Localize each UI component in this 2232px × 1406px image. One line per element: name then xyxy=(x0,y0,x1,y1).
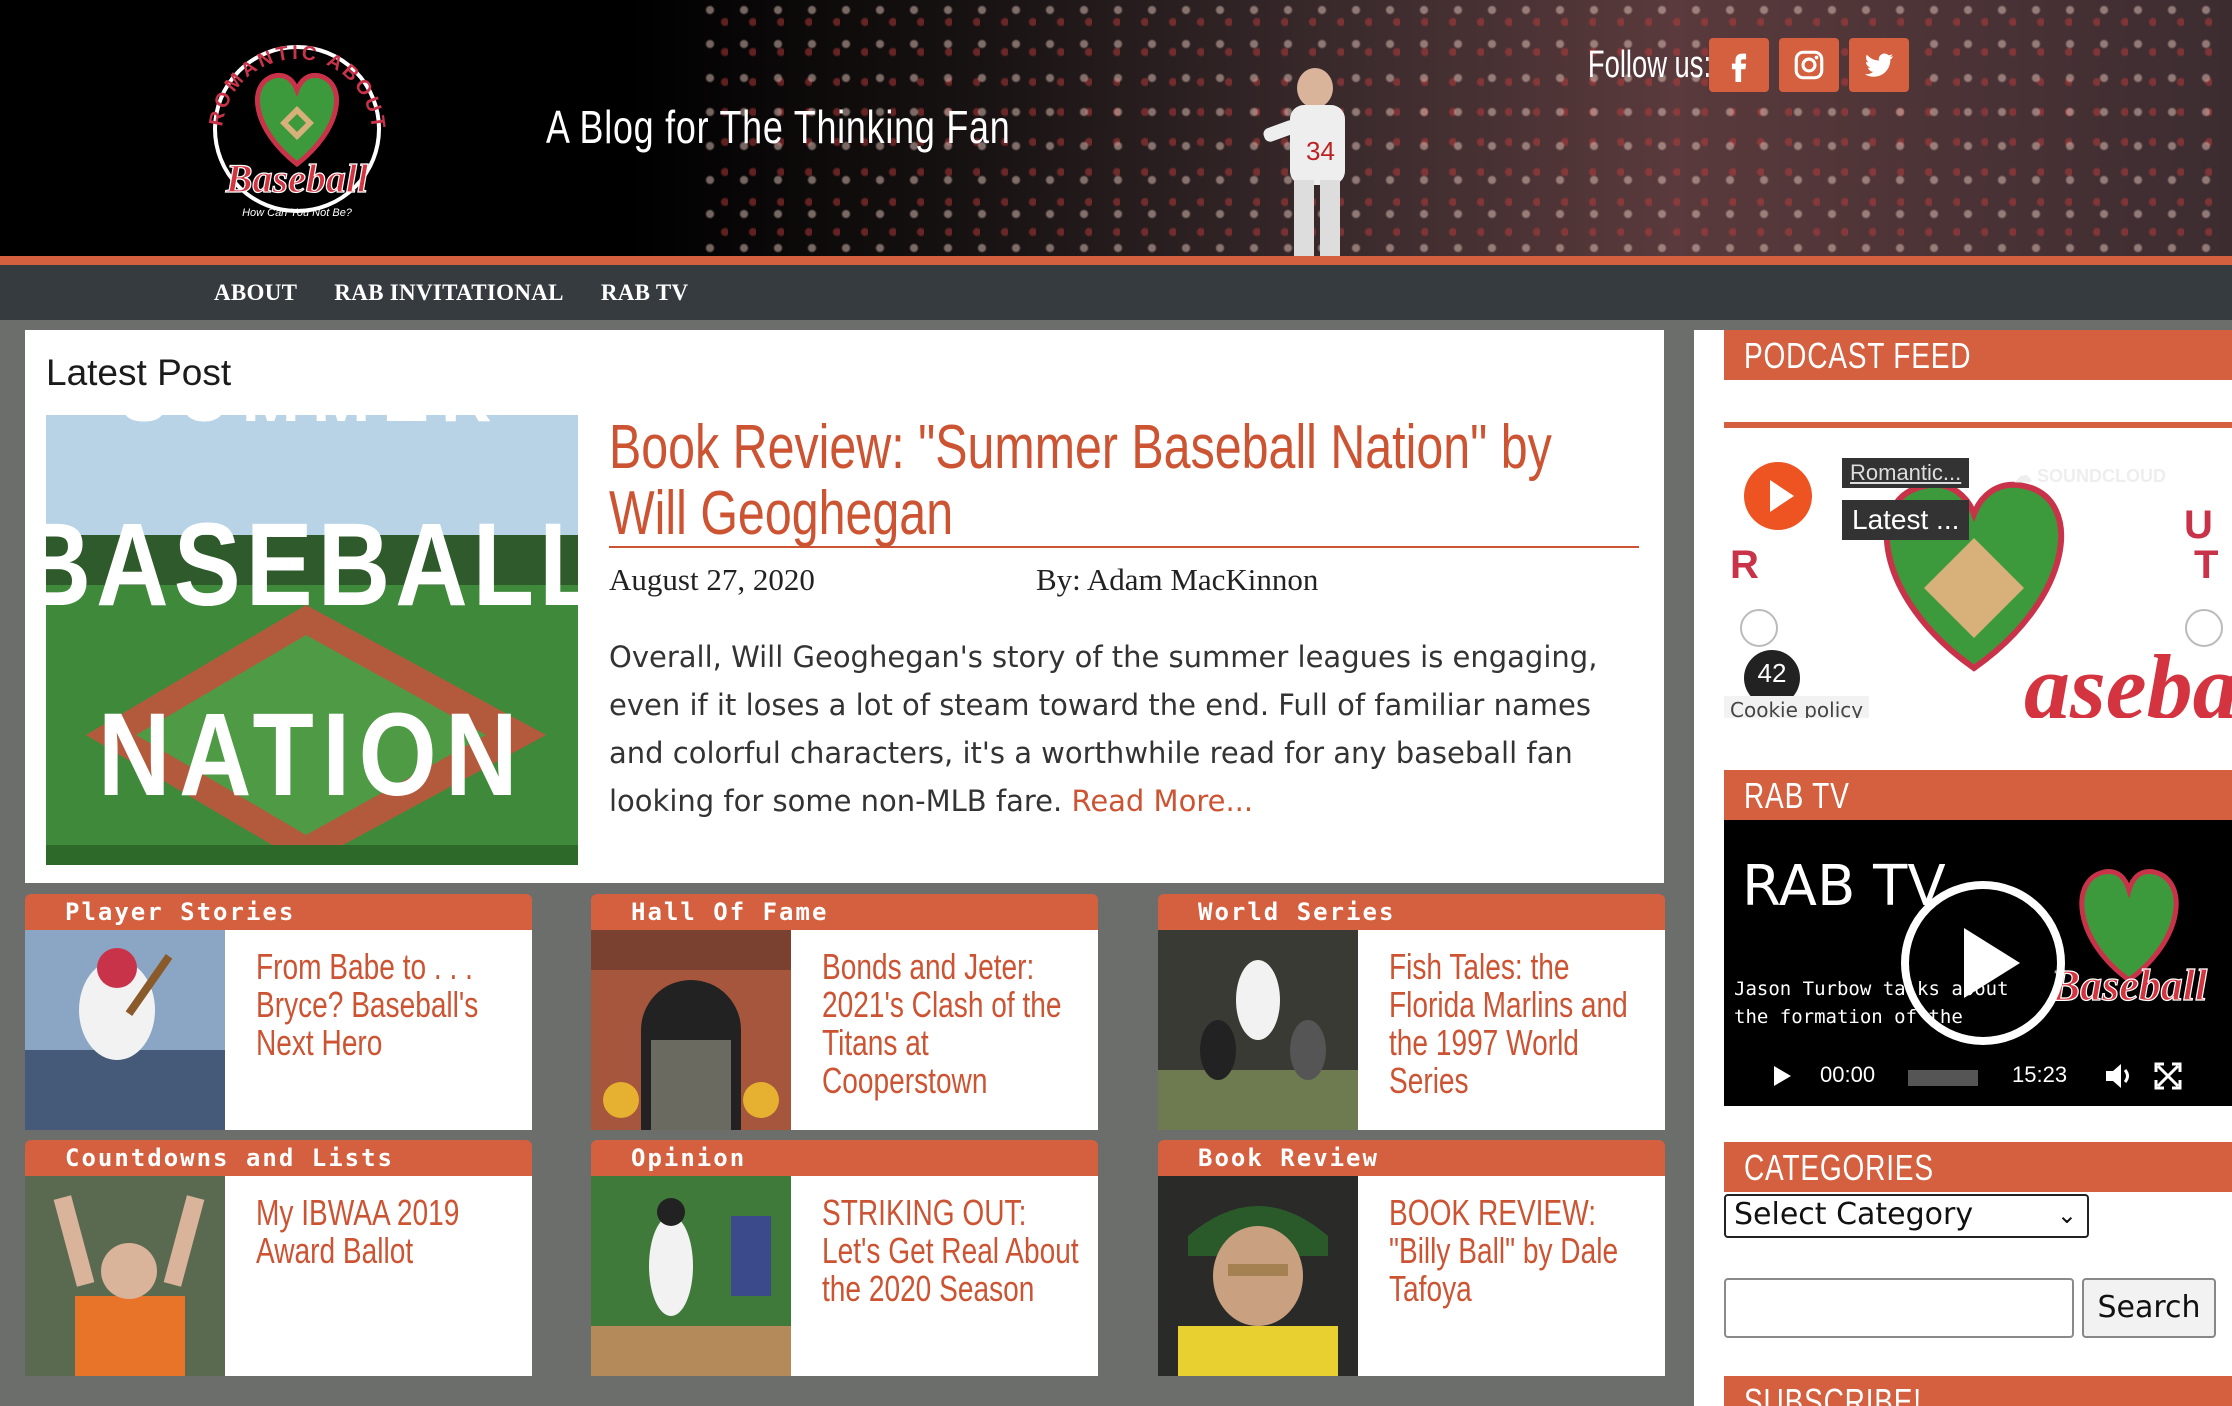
video-current-time: 00:00 xyxy=(1820,1062,1876,1087)
site-header: 34 ROMANTIC ABOUT Baseball How Can You N… xyxy=(0,0,2232,256)
chevron-down-icon: ⌄ xyxy=(2056,1201,2077,1229)
nav-about[interactable]: ABOUT xyxy=(214,280,297,306)
facebook-icon xyxy=(1731,53,1747,82)
facebook-button[interactable] xyxy=(1709,38,1770,92)
card-title[interactable]: Fish Tales: the Florida Marlins and the … xyxy=(1389,948,1646,1100)
card-category[interactable]: Countdowns and Lists xyxy=(25,1140,532,1176)
card-category[interactable]: Hall Of Fame xyxy=(591,894,1098,930)
card-title[interactable]: Bonds and Jeter: 2021's Clash of the Tit… xyxy=(822,948,1079,1100)
latest-post-date: August 27, 2020 xyxy=(609,562,815,597)
header-pitcher-image: 34 xyxy=(1263,68,1345,256)
sidebar: PODCAST FEED aseball R U T Romantic... L… xyxy=(1694,330,2232,1406)
nav-rab-invitational[interactable]: RAB INVITATIONAL xyxy=(334,280,564,306)
cookie-policy-link[interactable]: Cookie policy xyxy=(1724,696,1870,718)
search-button[interactable]: Search xyxy=(2082,1278,2216,1338)
card-thumbnail[interactable] xyxy=(25,930,225,1130)
post-card[interactable]: Player Stories From Babe to . . . Bryce?… xyxy=(25,894,532,1130)
logo-sub: How Can You Not Be? xyxy=(242,207,353,219)
site-logo[interactable]: ROMANTIC ABOUT Baseball How Can You Not … xyxy=(192,24,402,229)
soundcloud-icon: ☁ xyxy=(2014,466,2032,486)
podcast-show-link[interactable]: Romantic... xyxy=(1842,458,1970,488)
card-thumbnail[interactable] xyxy=(25,1176,225,1376)
video-progress-bar[interactable] xyxy=(1908,1070,1978,1086)
categories-heading: CATEGORIES xyxy=(1724,1142,2232,1192)
nav-accent-stripe xyxy=(0,256,2232,265)
main-nav: ABOUT RAB INVITATIONAL RAB TV xyxy=(0,265,2232,320)
card-title[interactable]: From Babe to . . . Bryce? Baseball's Nex… xyxy=(256,948,513,1062)
svg-text:T: T xyxy=(2194,543,2218,587)
fullscreen-icon[interactable] xyxy=(2154,1062,2182,1090)
follow-us: Follow us: xyxy=(1540,38,1910,92)
card-title[interactable]: STRIKING OUT: Let's Get Real About the 2… xyxy=(822,1194,1079,1308)
card-thumbnail[interactable] xyxy=(1158,930,1358,1130)
search-input[interactable] xyxy=(1724,1278,2074,1338)
instagram-icon xyxy=(1794,50,1824,80)
card-title[interactable]: My IBWAA 2019 Award Ballot xyxy=(256,1194,513,1270)
latest-post-title[interactable]: Book Review: "Summer Baseball Nation" by… xyxy=(609,415,1631,547)
rab-tv-video[interactable]: RAB TV Baseball Jason Turbow talks about… xyxy=(1724,820,2232,1106)
read-more-link[interactable]: Read More... xyxy=(1071,784,1253,818)
card-thumbnail[interactable] xyxy=(591,930,791,1130)
card-category[interactable]: Opinion xyxy=(591,1140,1098,1176)
podcast-feed-heading: PODCAST FEED xyxy=(1724,330,2232,380)
rab-tv-heading: RAB TV xyxy=(1724,770,2232,820)
thumb-line2: NATION xyxy=(98,689,526,820)
card-body: BOOK REVIEW: "Billy Ball" by Dale Tafoya xyxy=(1158,1176,1665,1376)
subscribe-heading: SUBSCRIBE! xyxy=(1724,1376,2232,1406)
logo-word: Baseball xyxy=(225,156,369,201)
instagram-button[interactable] xyxy=(1779,38,1840,92)
follow-label: Follow us: xyxy=(1587,43,1712,86)
latest-post-author: By: Adam MacKinnon xyxy=(1036,562,1319,597)
card-body: Bonds and Jeter: 2021's Clash of the Tit… xyxy=(591,930,1098,1130)
card-thumbnail[interactable] xyxy=(1158,1176,1358,1376)
play-icon[interactable] xyxy=(1772,1065,1792,1087)
category-select[interactable]: Select Category ⌄ xyxy=(1724,1194,2089,1238)
twitter-button[interactable] xyxy=(1849,38,1910,92)
post-card[interactable]: Opinion STRIKING OUT: Let's Get Real Abo… xyxy=(591,1140,1098,1376)
video-description: Jason Turbow talks about the formation o… xyxy=(1734,978,2009,1028)
podcast-player[interactable]: aseball R U T Romantic... Latest ... ☁ S… xyxy=(1724,422,2232,718)
card-category[interactable]: Book Review xyxy=(1158,1140,1665,1176)
post-card[interactable]: Book Review BOOK REVIEW: "Billy Ball" by… xyxy=(1158,1140,1665,1376)
card-body: From Babe to . . . Bryce? Baseball's Nex… xyxy=(25,930,532,1130)
card-body: My IBWAA 2019 Award Ballot xyxy=(25,1176,532,1376)
thumb-top-text: SUMMER xyxy=(120,415,503,436)
svg-text:R: R xyxy=(1730,543,1759,587)
video-duration: 15:23 xyxy=(2012,1062,2068,1087)
latest-post-panel: Latest Post SUMMER BASEBALL NATION Book … xyxy=(25,330,1664,883)
latest-post-excerpt: Overall, Will Geoghegan's story of the s… xyxy=(609,633,1639,825)
soundcloud-brand[interactable]: ☁ SOUNDCLOUD xyxy=(2014,466,2166,487)
nav-rab-tv[interactable]: RAB TV xyxy=(601,280,689,306)
volume-icon[interactable] xyxy=(2104,1062,2134,1090)
post-card[interactable]: World Series Fish Tales: the Florida Mar… xyxy=(1158,894,1665,1130)
card-category[interactable]: Player Stories xyxy=(25,894,532,930)
thumb-line1: BASEBALL xyxy=(46,499,578,630)
latest-post-heading: Latest Post xyxy=(46,352,232,393)
post-card[interactable]: Countdowns and Lists My IBWAA 2019 Award… xyxy=(25,1140,532,1376)
svg-text:U: U xyxy=(2184,503,2213,547)
post-card[interactable]: Hall Of Fame Bonds and Jeter: 2021's Cla… xyxy=(591,894,1098,1130)
card-body: Fish Tales: the Florida Marlins and the … xyxy=(1158,930,1665,1130)
card-category[interactable]: World Series xyxy=(1158,894,1665,930)
podcast-episode-title[interactable]: Latest ... xyxy=(1842,500,1970,540)
svg-text:34: 34 xyxy=(1306,136,1335,166)
latest-post-thumbnail[interactable]: SUMMER BASEBALL NATION xyxy=(46,415,578,865)
svg-text:aseball: aseball xyxy=(2024,636,2232,718)
video-controls: 00:00 15:23 xyxy=(1724,1045,2232,1106)
card-thumbnail[interactable] xyxy=(591,1176,791,1376)
site-tagline: A Blog for The Thinking Fan xyxy=(546,101,1011,153)
card-title[interactable]: BOOK REVIEW: "Billy Ball" by Dale Tafoya xyxy=(1389,1194,1646,1308)
podcast-play-icon[interactable] xyxy=(1742,460,1814,532)
twitter-icon xyxy=(1864,53,1894,77)
latest-post-divider xyxy=(609,546,1639,548)
card-body: STRIKING OUT: Let's Get Real About the 2… xyxy=(591,1176,1098,1376)
svg-text:Baseball: Baseball xyxy=(2050,961,2208,1010)
